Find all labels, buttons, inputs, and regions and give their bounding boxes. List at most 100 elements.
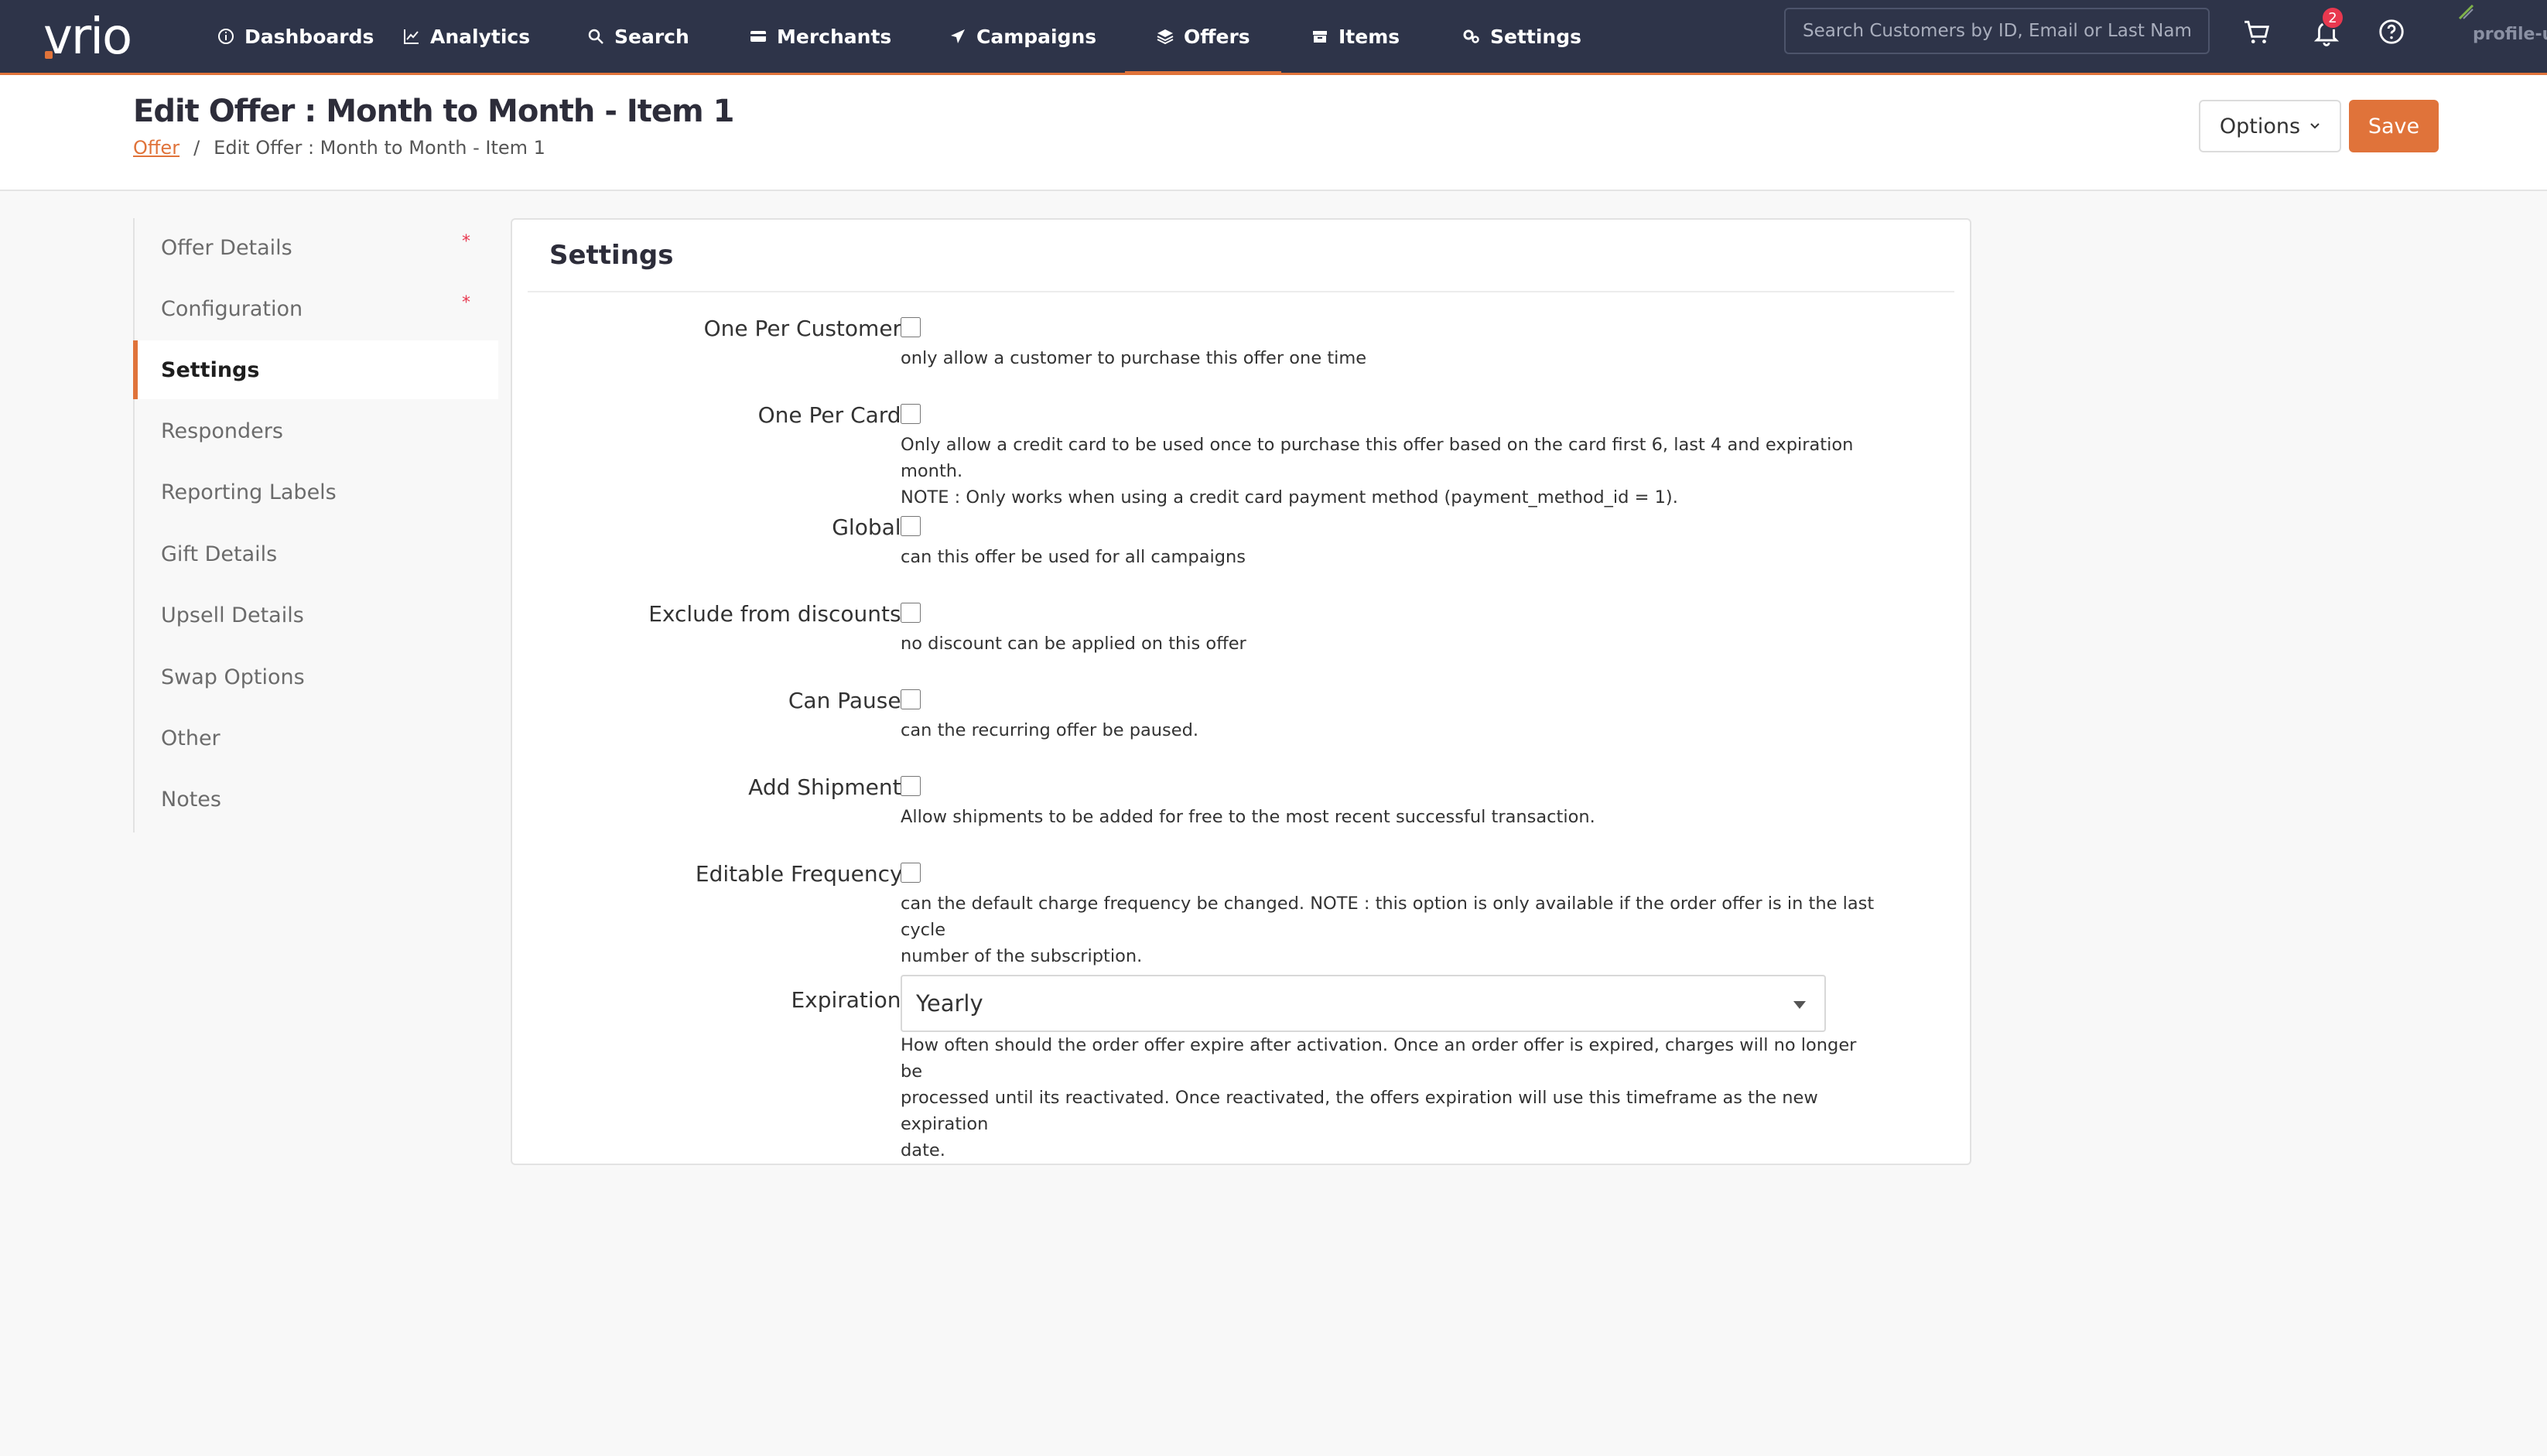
customer-search-input[interactable] [1784, 8, 2210, 54]
sidebar-item-gift-details[interactable]: Gift Details [135, 525, 500, 583]
exclude-from-discounts-checkbox[interactable] [901, 603, 921, 623]
help-line: only allow a customer to purchase this o… [901, 348, 1367, 368]
help-line: can this offer be used for all campaigns [901, 547, 1246, 567]
nav-settings[interactable]: Settings [1462, 0, 1581, 73]
sidebar-item-settings[interactable]: Settings [133, 340, 498, 399]
one-per-card-help: Only allow a credit card to be used once… [901, 432, 1906, 511]
help-line: can the recurring offer be paused. [901, 720, 1199, 740]
panel-divider [528, 291, 1954, 292]
nav-items[interactable]: Items [1311, 0, 1400, 73]
sidebar-item-notes[interactable]: Notes [135, 770, 500, 829]
options-button[interactable]: Options [2199, 100, 2341, 152]
nav-label: Analytics [430, 25, 531, 48]
breadcrumb: Offer / Edit Offer : Month to Month - It… [133, 137, 545, 159]
help-line: Only allow a credit card to be used once… [901, 435, 1854, 481]
one-per-customer-label: One Per Customer: [703, 316, 908, 341]
expiration-selected-value: Yearly [916, 990, 983, 1017]
expiration-label: Expiration: [791, 987, 908, 1013]
paper-plane-icon [951, 29, 965, 43]
expiration-help: How often should the order offer expire … [901, 1032, 1875, 1164]
sidebar-item-label: Gift Details [161, 542, 278, 566]
exclude-from-discounts-label: Exclude from discounts: [648, 601, 908, 627]
sidebar-item-configuration[interactable]: Configuration * [135, 279, 500, 338]
save-button[interactable]: Save [2349, 100, 2439, 152]
sidebar-item-responders[interactable]: Responders [135, 402, 500, 460]
nav-label: Merchants [777, 25, 892, 48]
nav-label: Items [1338, 25, 1400, 48]
can-pause-label: Can Pause: [788, 688, 908, 713]
box-icon [1313, 31, 1327, 43]
can-pause-help: can the recurring offer be paused. [901, 717, 1906, 743]
sidebar-item-reporting-labels[interactable]: Reporting Labels [135, 463, 500, 521]
required-indicator: * [462, 293, 470, 313]
global-label: Global: [832, 514, 908, 540]
exclude-from-discounts-help: no discount can be applied on this offer [901, 631, 1906, 657]
one-per-card-checkbox[interactable] [901, 404, 921, 424]
sidebar-item-label: Responders [161, 419, 283, 443]
chart-line-icon [404, 29, 419, 44]
credit-card-icon [750, 31, 766, 42]
gears-icon [1463, 29, 1479, 43]
vrio-logo[interactable]: vrio [43, 6, 132, 68]
sidebar-item-label: Notes [161, 787, 221, 812]
breadcrumb-current: Edit Offer : Month to Month - Item 1 [214, 137, 545, 159]
expiration-select[interactable]: Yearly [901, 975, 1826, 1032]
add-shipment-checkbox[interactable] [901, 776, 921, 796]
sidebar-item-offer-details[interactable]: Offer Details * [135, 218, 500, 277]
breadcrumb-separator: / [193, 137, 200, 159]
one-per-customer-help: only allow a customer to purchase this o… [901, 345, 1906, 371]
sidebar-item-upsell-details[interactable]: Upsell Details [135, 586, 500, 644]
profile-avatar[interactable]: profile-u [2457, 3, 2547, 50]
sidebar-item-label: Offer Details [161, 235, 292, 260]
one-per-card-label: One Per Card: [757, 402, 908, 428]
sidebar-item-label: Reporting Labels [161, 480, 337, 504]
can-pause-checkbox[interactable] [901, 689, 921, 709]
top-navbar: vrio Dashboards Analytics Search Merchan… [0, 0, 2547, 75]
info-circle-icon [218, 29, 234, 44]
sidebar-item-label: Swap Options [161, 665, 305, 689]
editable-frequency-checkbox[interactable] [901, 863, 921, 883]
nav-search[interactable]: Search [586, 0, 689, 73]
global-checkbox[interactable] [901, 516, 921, 536]
nav-label: Settings [1490, 25, 1582, 48]
help-icon[interactable] [2377, 17, 2406, 46]
global-help: can this offer be used for all campaigns [901, 544, 1906, 570]
editable-frequency-help: can the default charge frequency be chan… [901, 890, 1906, 969]
add-shipment-help: Allow shipments to be added for free to … [901, 804, 1906, 830]
sidebar-item-swap-options[interactable]: Swap Options [135, 648, 500, 706]
nav-merchants[interactable]: Merchants [749, 0, 891, 73]
logo-accent [45, 51, 53, 59]
profile-label: profile-u [2473, 25, 2547, 44]
sidebar-item-label: Configuration [161, 296, 303, 321]
nav-analytics[interactable]: Analytics [402, 0, 530, 73]
notification-badge: 2 [2321, 6, 2344, 29]
nav-label: Campaigns [976, 25, 1097, 48]
help-line: date. [901, 1140, 945, 1160]
help-line: Allow shipments to be added for free to … [901, 807, 1595, 827]
breadcrumb-offer-link[interactable]: Offer [133, 137, 179, 159]
nav-label: Search [614, 25, 689, 48]
sidebar-item-label: Other [161, 726, 221, 750]
layers-icon [1157, 29, 1174, 45]
cart-icon[interactable] [2242, 17, 2272, 46]
help-line: number of the subscription. [901, 946, 1143, 966]
one-per-customer-checkbox[interactable] [901, 317, 921, 337]
nav-dashboards[interactable]: Dashboards [217, 0, 374, 73]
chevron-down-icon [2310, 123, 2320, 129]
page-title: Edit Offer : Month to Month - Item 1 [133, 94, 734, 129]
sidebar-item-label: Upsell Details [161, 603, 304, 627]
panel-title: Settings [549, 240, 674, 271]
dropdown-caret-icon [1793, 1001, 1806, 1009]
logo-text: vrio [43, 9, 132, 66]
page-header: Edit Offer : Month to Month - Item 1 Off… [0, 75, 2547, 191]
nav-label: Offers [1184, 25, 1250, 48]
nav-offers[interactable]: Offers [1125, 0, 1281, 75]
help-line: no discount can be applied on this offer [901, 634, 1246, 654]
help-line: can the default charge frequency be chan… [901, 894, 1875, 940]
sidebar-item-other[interactable]: Other [135, 709, 500, 767]
help-line: How often should the order offer expire … [901, 1035, 1857, 1082]
settings-panel: Settings One Per Customer: only allow a … [511, 218, 1971, 1165]
broken-image-icon [2458, 4, 2474, 20]
search-icon [588, 29, 603, 44]
nav-campaigns[interactable]: Campaigns [949, 0, 1096, 73]
